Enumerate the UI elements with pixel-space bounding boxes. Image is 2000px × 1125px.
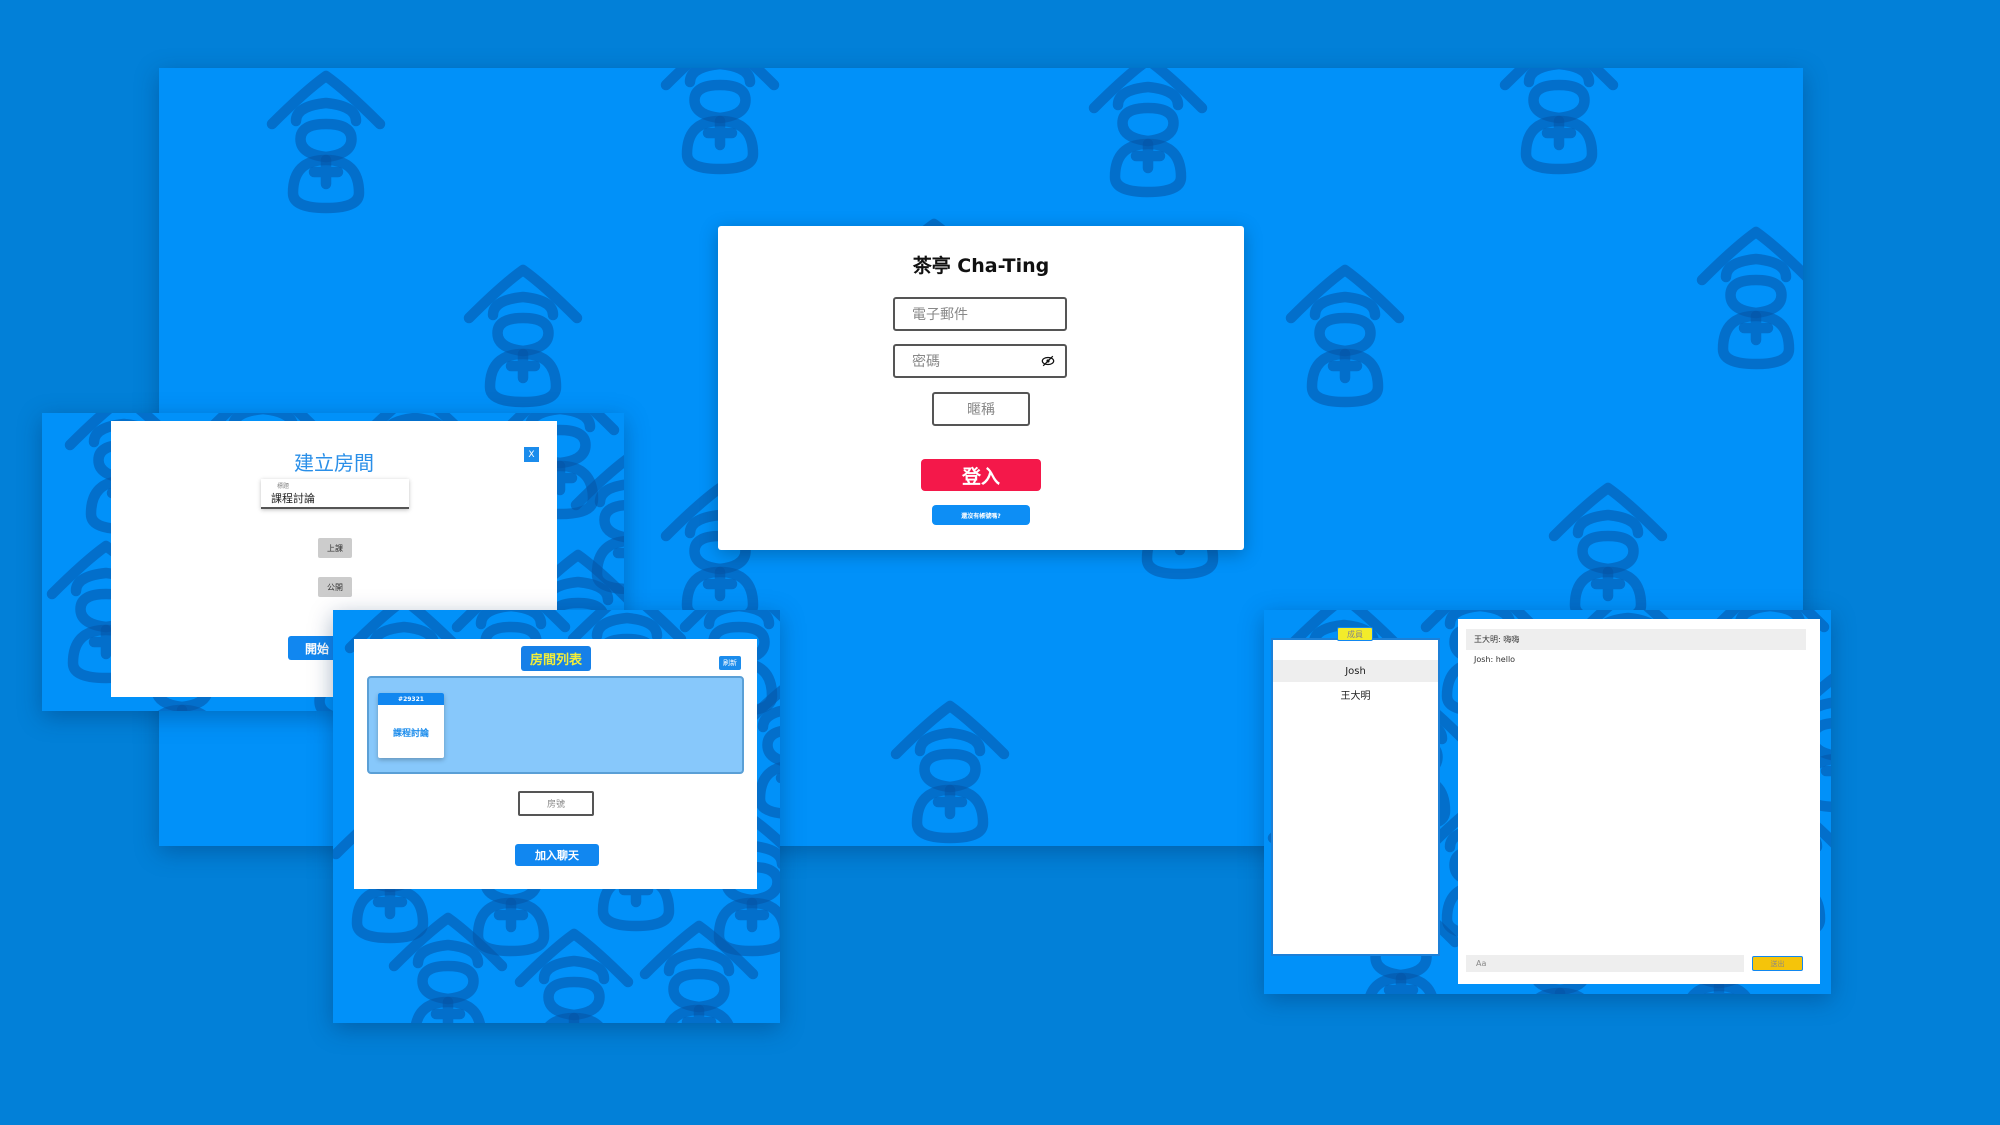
login-button[interactable]: 登入 [921, 459, 1041, 491]
members-panel: Josh 王大明 [1271, 638, 1440, 956]
tea-house-logo-icon [875, 697, 1025, 846]
tea-house-logo-icon [1270, 261, 1420, 411]
nickname-field[interactable]: 暱稱 [932, 392, 1030, 426]
refresh-button[interactable]: 刷新 [719, 656, 741, 670]
room-list-card: 房間列表 刷新 #29321 課程討論 房號 加入聊天 [354, 639, 757, 889]
room-number-input[interactable]: 房號 [518, 791, 594, 816]
message-placeholder: Aa [1476, 959, 1487, 968]
tea-house-logo-icon [1681, 223, 1803, 373]
tea-house-logo-icon [251, 68, 401, 217]
tea-house-logo-icon [1533, 479, 1683, 629]
tea-house-logo-icon [448, 261, 598, 411]
room-id: #29321 [378, 693, 444, 705]
message-input[interactable]: Aa [1466, 955, 1744, 972]
send-button[interactable]: 送出 [1752, 956, 1803, 971]
room-name: 課程討論 [392, 729, 429, 739]
tea-house-logo-icon [1073, 68, 1223, 201]
room-name-label: 標題 [277, 483, 290, 490]
eye-slash-icon[interactable] [1041, 354, 1055, 368]
chat-message: Josh: hello [1474, 655, 1516, 664]
member-item[interactable]: 王大明 [1273, 683, 1438, 705]
room-name-value: 課程討論 [271, 492, 315, 505]
room-visibility-toggle[interactable]: 公開 [318, 577, 352, 597]
login-card: 茶亭 Cha-Ting 電子郵件 密碼 暱稱 登入 還沒有帳號嗎? [718, 226, 1244, 550]
password-field[interactable]: 密碼 [893, 344, 1067, 378]
room-type-toggle[interactable]: 上課 [318, 538, 352, 558]
nickname-placeholder: 暱稱 [967, 402, 995, 418]
email-placeholder: 電子郵件 [912, 307, 968, 323]
chat-screen: Josh 王大明 成員 王大明: 嗨嗨 Josh: hello Aa 送出 [1264, 610, 1831, 994]
room-grid: #29321 課程討論 [367, 676, 744, 774]
tea-house-logo-icon [645, 68, 795, 178]
room-number-placeholder: 房號 [546, 800, 565, 810]
app-title: 茶亭 Cha-Ting [912, 255, 1050, 277]
close-button[interactable]: X [524, 447, 539, 462]
room-list-title: 房間列表 [521, 646, 591, 671]
messages-panel: 王大明: 嗨嗨 Josh: hello Aa 送出 [1458, 619, 1820, 984]
signup-link-button[interactable]: 還沒有帳號嗎? [932, 505, 1030, 525]
password-placeholder: 密碼 [912, 354, 940, 370]
room-list-screen: 房間列表 刷新 #29321 課程討論 房號 加入聊天 [333, 610, 780, 1023]
member-item[interactable]: Josh [1273, 660, 1438, 682]
room-tile[interactable]: #29321 課程討論 [378, 693, 444, 758]
dialog-title: 建立房間 [294, 451, 374, 475]
email-field[interactable]: 電子郵件 [893, 297, 1067, 331]
chat-message: 王大明: 嗨嗨 [1466, 629, 1806, 650]
join-chat-button[interactable]: 加入聊天 [515, 844, 599, 866]
members-badge: 成員 [1337, 627, 1373, 641]
tea-house-logo-icon [1484, 68, 1634, 178]
tea-house-logo-icon [624, 917, 774, 1023]
room-name-input[interactable]: 標題 課程討論 [261, 479, 409, 509]
